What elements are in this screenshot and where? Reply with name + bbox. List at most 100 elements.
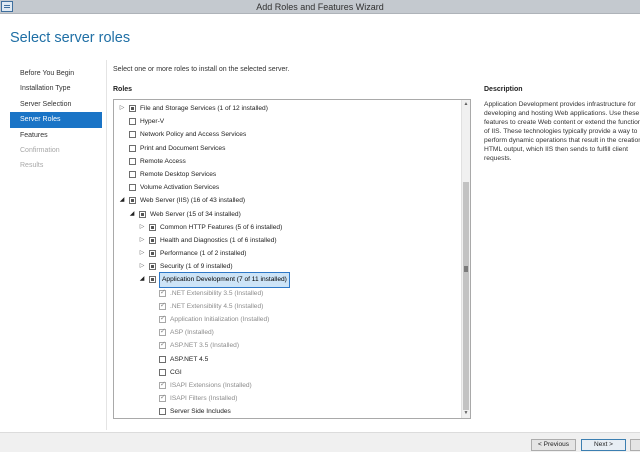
role-checkbox [159,393,166,403]
role-label: .NET Extensibility 3.5 (Installed) [170,289,264,297]
role-checkbox [159,288,166,297]
scroll-down-icon[interactable]: ▼ [462,409,470,418]
role-label: File and Storage Services (1 of 12 insta… [140,105,268,112]
role-checkbox[interactable] [129,184,136,192]
role-checkbox [159,380,166,389]
role-checkbox[interactable] [149,236,156,244]
role-checkbox[interactable] [159,355,166,363]
roles-tree[interactable]: ▷ File and Storage Services (1 of 12 inst… [113,99,471,419]
role-label: Server Side Includes [170,408,231,416]
role-checkbox[interactable] [129,131,136,139]
role-row[interactable]: ASP (Installed) [114,326,460,339]
role-label: .NET Extensibility 4.5 (Installed) [170,302,264,310]
role-checkbox[interactable] [129,157,136,165]
nav-item-results: Results [20,162,44,170]
role-label: Volume Activation Services [140,184,220,192]
role-row[interactable]: .NET Extensibility 3.5 (Installed) [114,287,460,300]
role-row[interactable]: ASP.NET 3.5 (Installed) [114,339,460,352]
scroll-thumb[interactable] [463,182,469,410]
role-checkbox [159,340,166,350]
role-checkbox[interactable] [149,250,156,258]
role-label: ASP.NET 3.5 (Installed) [170,342,240,350]
role-label: ISAPI Filters (Installed) [170,395,238,403]
role-row[interactable]: CGI [114,366,460,379]
role-row[interactable]: .NET Extensibility 4.5 (Installed) [114,300,460,313]
nav-item-features[interactable]: Features [10,128,102,143]
collapse-arrow-icon[interactable]: ◢ [138,273,146,286]
role-row[interactable]: Application Initialization (Installed) [114,313,460,326]
role-row[interactable]: Server Side Includes [114,405,460,418]
role-row[interactable]: Remote Access [114,155,460,168]
role-row[interactable]: ▷ Security (1 of 9 installed) [114,260,460,273]
role-checkbox[interactable] [149,276,156,284]
role-row[interactable]: Print and Document Services [114,142,460,155]
collapse-arrow-icon[interactable]: ◢ [118,194,126,207]
role-label: Web Server (IIS) (16 of 43 installed) [140,197,246,205]
role-row[interactable]: Volume Activation Services [114,181,460,194]
nav-item-installation-type[interactable]: Installation Type [10,81,102,96]
install-button[interactable] [630,439,640,451]
role-row[interactable]: Remote Desktop Services [114,168,460,181]
role-checkbox[interactable] [129,197,136,205]
description-title: Description [484,86,523,93]
nav-item-server-roles[interactable]: Server Roles [10,112,102,128]
role-label: Security (1 of 9 installed) [160,263,233,271]
vertical-divider [106,60,107,430]
role-row[interactable]: ISAPI Filters (Installed) [114,392,460,405]
page-title: Select server roles [10,30,131,46]
role-row[interactable]: ▷ Performance (1 of 2 installed) [114,247,460,260]
role-label: ASP.NET 4.5 [170,355,209,363]
role-row[interactable]: ◢ Web Server (IIS) (16 of 43 installed) [114,194,460,207]
role-checkbox[interactable] [159,368,166,376]
role-checkbox[interactable] [159,408,166,416]
role-label: Performance (1 of 2 installed) [160,250,247,258]
scroll-grip-icon [464,266,468,272]
role-row[interactable]: ASP.NET 4.5 [114,353,460,366]
role-checkbox[interactable] [129,170,136,178]
roles-tree-rows: ▷ File and Storage Services (1 of 12 inst… [114,102,460,418]
role-checkbox[interactable] [129,105,136,112]
nav-item-confirmation: Confirmation [20,146,60,154]
wizard-footer: < Previous Next > [0,432,640,452]
title-bar: Add Roles and Features Wizard [0,0,640,14]
collapse-arrow-icon[interactable]: ◢ [128,208,136,221]
instruction-text: Select one or more roles to install on t… [113,66,290,73]
role-checkbox[interactable] [149,223,156,231]
nav-item-server-selection[interactable]: Server Selection [10,97,102,112]
next-button[interactable]: Next > [581,439,626,451]
scroll-up-icon[interactable]: ▲ [462,100,470,109]
role-label: Web Server (15 of 34 installed) [150,210,241,218]
description-text: Application Development provides infrast… [484,101,640,162]
role-row[interactable]: ▷ Common HTTP Features (5 of 6 installed) [114,221,460,234]
roles-scrollbar[interactable]: ▲ ▼ [461,100,470,418]
nav-item-before-you-begin[interactable]: Before You Begin [10,66,102,81]
role-checkbox [159,327,166,337]
role-label: Application Initialization (Installed) [170,316,270,323]
roles-label: Roles [113,86,133,93]
role-label: Application Development (7 of 11 install… [159,272,290,288]
role-label: ASP (Installed) [170,329,214,337]
role-label: Network Policy and Access Services [140,131,247,139]
role-label: Hyper-V [140,118,165,126]
role-row[interactable]: Hyper-V [114,115,460,128]
role-checkbox [159,301,166,310]
expand-arrow-icon[interactable]: ▷ [138,260,146,273]
role-label: Common HTTP Features (5 of 6 installed) [160,223,283,231]
expand-arrow-icon[interactable]: ▷ [118,102,126,115]
expand-arrow-icon[interactable]: ▷ [138,247,146,260]
role-checkbox[interactable] [129,118,136,126]
role-checkbox[interactable] [149,263,156,271]
role-label: ISAPI Extensions (Installed) [170,381,252,389]
role-row[interactable]: Network Policy and Access Services [114,128,460,141]
window-title: Add Roles and Features Wizard [256,2,384,12]
expand-arrow-icon[interactable]: ▷ [138,221,146,234]
role-row[interactable]: ◢ Application Development (7 of 11 instal… [114,272,460,288]
previous-button[interactable]: < Previous [531,439,576,451]
role-checkbox[interactable] [129,144,136,152]
role-row[interactable]: ◢ Web Server (15 of 34 installed) [114,208,460,221]
role-checkbox[interactable] [139,210,146,218]
expand-arrow-icon[interactable]: ▷ [138,234,146,247]
role-row[interactable]: ▷ Health and Diagnostics (1 of 6 installe… [114,234,460,247]
role-row[interactable]: ISAPI Extensions (Installed) [114,379,460,392]
role-row[interactable]: ▷ File and Storage Services (1 of 12 inst… [114,102,460,115]
